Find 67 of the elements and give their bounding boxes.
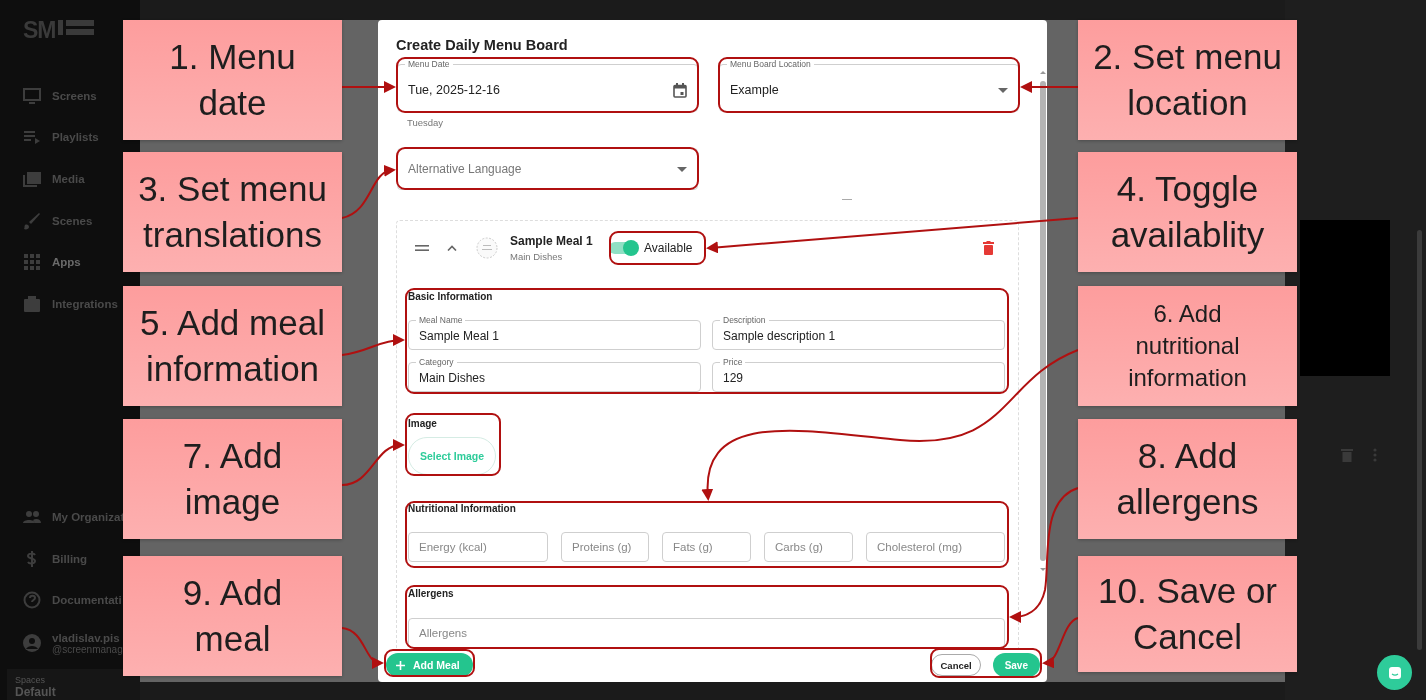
leader-line bbox=[1020, 81, 1079, 93]
section-title: Nutritional Information bbox=[408, 503, 517, 514]
callout-note: 10. Save or Cancel bbox=[1078, 556, 1297, 672]
spaces-value[interactable]: Default bbox=[15, 685, 139, 699]
section-title: Image bbox=[408, 418, 438, 429]
placeholder-image-icon bbox=[476, 237, 498, 259]
user-name: vladislav.pis bbox=[52, 631, 121, 644]
monitor-icon bbox=[23, 86, 41, 105]
callout-note: 5. Add meal information bbox=[123, 286, 342, 406]
nav-item[interactable]: Integrations bbox=[23, 282, 118, 325]
input-field[interactable]: Fats (g) bbox=[662, 532, 751, 562]
helper-text: Tuesday bbox=[407, 117, 445, 129]
callout-note: 9. Add meal bbox=[123, 556, 342, 676]
input-field[interactable]: Proteins (g) bbox=[561, 532, 649, 562]
nav-item[interactable]: Billing bbox=[23, 537, 88, 580]
plus-icon bbox=[396, 660, 405, 670]
callout-note: 2. Set menu location bbox=[1078, 20, 1297, 140]
grid-icon bbox=[23, 253, 41, 272]
nav-item[interactable]: Documentati bbox=[23, 579, 122, 621]
user-handle: @screenmanag bbox=[52, 643, 123, 655]
playlist-icon bbox=[23, 128, 41, 147]
section-title: Basic Information bbox=[408, 291, 494, 302]
drag-handle-icon[interactable] bbox=[415, 245, 429, 251]
nav-item[interactable]: My Organizat bbox=[23, 496, 125, 538]
availability-toggle[interactable] bbox=[609, 242, 638, 254]
calendar-icon[interactable] bbox=[673, 82, 687, 98]
callout-note: 4. Toggle availablity bbox=[1078, 152, 1297, 272]
avatar-icon bbox=[23, 634, 41, 652]
scroll-up-icon[interactable] bbox=[1039, 70, 1047, 75]
save-button[interactable]: Save bbox=[992, 653, 1040, 677]
chevron-up-icon[interactable] bbox=[447, 245, 457, 251]
nav-item[interactable]: Playlists bbox=[23, 116, 99, 159]
leader-line bbox=[341, 166, 396, 219]
leader-line bbox=[341, 627, 384, 668]
input-field[interactable]: Cholesterol (mg) bbox=[866, 532, 1005, 562]
dropdown-icon[interactable] bbox=[998, 87, 1008, 93]
brush-icon bbox=[23, 211, 41, 230]
people-icon bbox=[23, 508, 41, 526]
dialog-title: Create Daily Menu Board bbox=[395, 36, 569, 55]
nav-item[interactable]: Apps bbox=[23, 241, 81, 283]
select-image-button[interactable]: Select Image bbox=[408, 437, 496, 475]
scroll-down-icon[interactable] bbox=[1039, 567, 1047, 572]
scrollbar[interactable] bbox=[1417, 230, 1422, 650]
chat-icon bbox=[1387, 665, 1402, 680]
toggle-label: Available bbox=[644, 241, 693, 255]
input-field[interactable]: Energy (kcal) bbox=[408, 532, 548, 562]
meal-category: Main Dishes bbox=[510, 251, 564, 262]
media-icon bbox=[23, 170, 41, 188]
trash-icon[interactable] bbox=[983, 241, 994, 255]
callout-note: 6. Add nutritional information bbox=[1078, 286, 1297, 406]
help-icon bbox=[23, 591, 41, 610]
callout-note: 7. Add image bbox=[123, 419, 342, 539]
nav-item[interactable]: Screens bbox=[23, 75, 97, 117]
callout-note: 1. Menu date bbox=[123, 20, 342, 140]
callout-note: 8. Add allergens bbox=[1078, 419, 1297, 539]
nav-item[interactable]: Media bbox=[23, 158, 85, 200]
input-field[interactable]: Carbs (g) bbox=[764, 532, 853, 562]
leader-line bbox=[341, 334, 405, 356]
dropdown-icon[interactable] bbox=[677, 166, 687, 172]
leader-line bbox=[341, 440, 405, 486]
add-meal-button[interactable]: Add Meal bbox=[386, 653, 473, 677]
callout-note: 3. Set menu translations bbox=[123, 152, 342, 272]
meal-name: Sample Meal 1 bbox=[510, 234, 594, 248]
section-title: Allergens bbox=[408, 588, 455, 599]
nav-item[interactable]: Scenes bbox=[23, 199, 93, 242]
leader-line bbox=[341, 81, 396, 93]
cancel-button[interactable]: Cancel bbox=[931, 654, 981, 676]
